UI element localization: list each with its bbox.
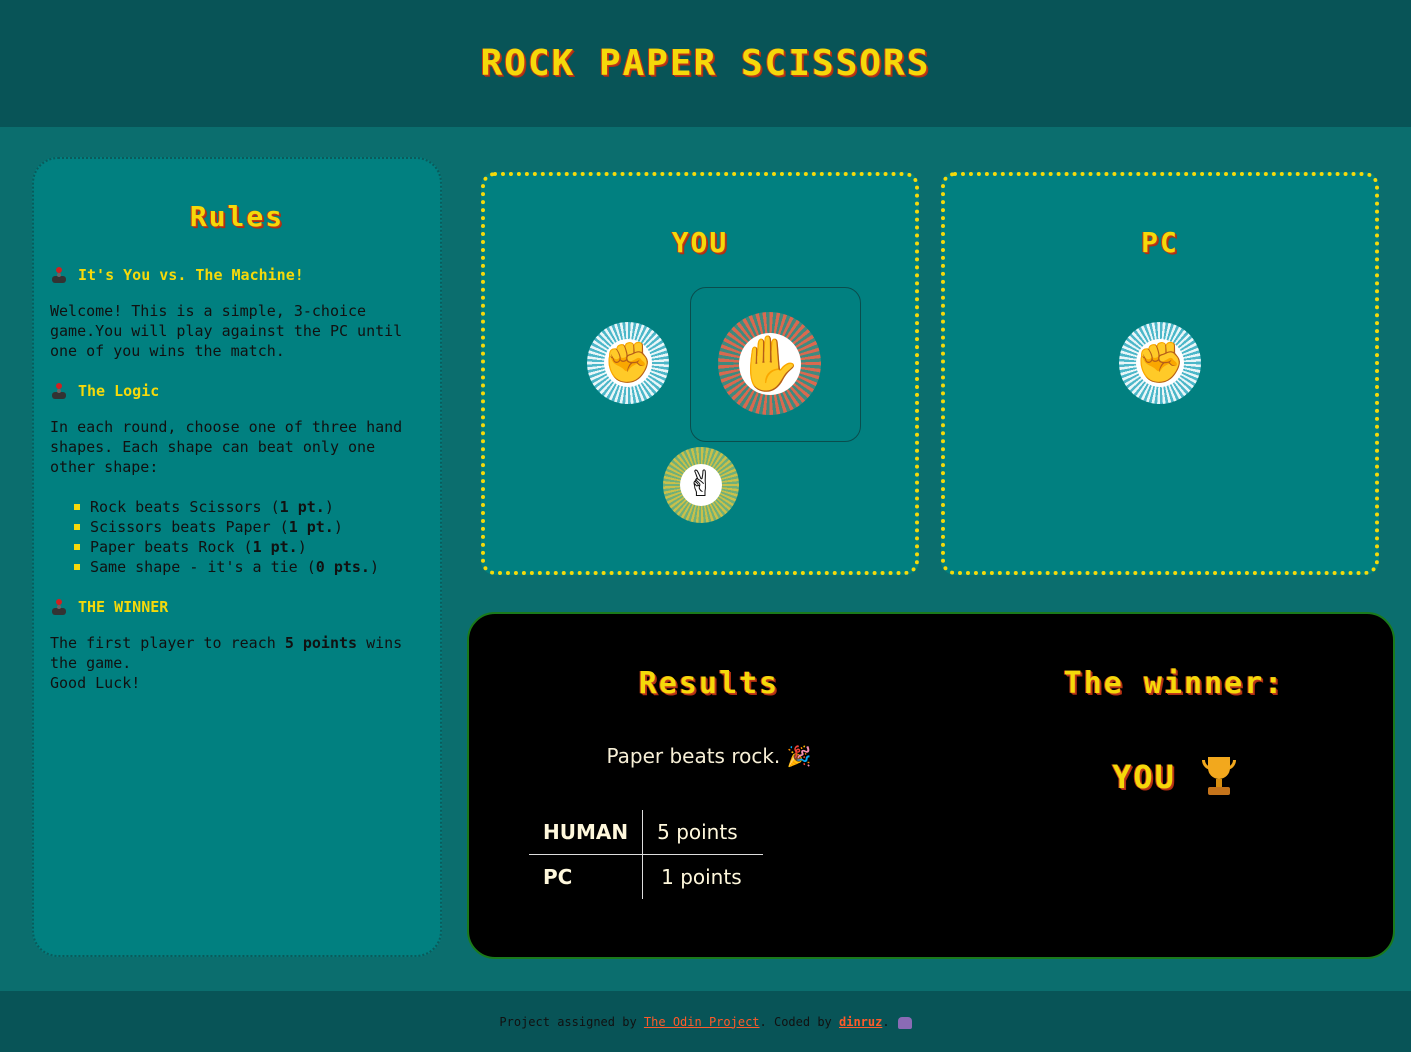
footer-prefix: Project assigned by — [499, 1014, 637, 1029]
winner-title: The winner: — [1063, 666, 1285, 701]
paper-hand-icon: ✋ — [735, 331, 804, 395]
rules-winner-text: The first player to reach 5 points wins … — [50, 634, 403, 692]
results-panel: Results Paper beats rock. 🎉 HUMAN 5 poin… — [467, 612, 1395, 959]
player-title: YOU — [671, 226, 729, 259]
player-name: PC — [543, 865, 573, 889]
winner-display: YOU — [1014, 757, 1334, 797]
rules-heading-text: THE WINNER — [78, 598, 169, 616]
rules-list-item: Scissors beats Paper (1 pt.) — [74, 517, 424, 537]
rock-button[interactable]: ✊ — [587, 322, 669, 404]
page-footer: Project assigned by The Odin Project. Co… — [0, 991, 1411, 1052]
rules-heading-winner: THE WINNER — [50, 597, 424, 617]
rules-heading-text: It's You vs. The Machine! — [78, 266, 304, 284]
scissors-hand-icon: ✌ — [685, 464, 717, 505]
rules-title: Rules — [189, 200, 285, 233]
pc-title: PC — [1141, 226, 1179, 259]
joystick-icon — [50, 266, 68, 284]
footer-suffix: . — [882, 1014, 890, 1029]
table-row: PC 1 points — [529, 854, 764, 899]
rock-hand-icon: ✊ — [1135, 340, 1185, 386]
score-table: HUMAN 5 points PC 1 points — [529, 810, 764, 899]
rules-heading-intro: It's You vs. The Machine! — [50, 265, 424, 285]
player-name: HUMAN — [529, 810, 643, 855]
rules-list-item: Paper beats Rock (1 pt.) — [74, 537, 424, 557]
rules-intro-text: Welcome! This is a simple, 3-choice game… — [50, 302, 403, 360]
scissors-button[interactable]: ✌ — [663, 447, 739, 523]
page-title: ROCK PAPER SCISSORS — [480, 43, 931, 84]
player-box: YOU ✊ ✋ ✌ — [481, 172, 919, 575]
rules-heading-text: The Logic — [78, 382, 160, 400]
table-row: HUMAN 5 points — [529, 810, 764, 855]
rock-hand-icon: ✊ — [603, 340, 653, 386]
paper-button[interactable]: ✋ — [718, 312, 821, 415]
round-message: Paper beats rock. 🎉 — [606, 744, 812, 768]
joystick-icon — [50, 382, 68, 400]
rules-list: Rock beats Scissors (1 pt.) Scissors bea… — [50, 497, 424, 577]
odin-project-link[interactable]: The Odin Project — [644, 1015, 760, 1029]
pc-box: PC ✊ — [941, 172, 1379, 575]
joystick-icon — [50, 598, 68, 616]
rules-heading-logic: The Logic — [50, 381, 424, 401]
pc-choice: ✊ — [1119, 322, 1201, 404]
trophy-icon — [1201, 757, 1236, 797]
alien-icon — [897, 1016, 912, 1029]
rules-logic-text: In each round, choose one of three hand … — [50, 418, 403, 476]
page-header: ROCK PAPER SCISSORS — [0, 0, 1411, 127]
player-points: 5 points — [642, 810, 764, 855]
rules-panel: Rules It's You vs. The Machine! Welcome!… — [32, 157, 442, 957]
winner-name: YOU — [1112, 758, 1176, 796]
results-title: Results — [638, 666, 780, 701]
rules-list-item: Rock beats Scissors (1 pt.) — [74, 497, 424, 517]
rules-list-item: Same shape - it's a tie (0 pts.) — [74, 557, 424, 577]
author-link[interactable]: dinruz — [839, 1015, 882, 1029]
footer-middle: . Coded by — [759, 1014, 832, 1029]
player-points: 1 points — [642, 854, 764, 899]
